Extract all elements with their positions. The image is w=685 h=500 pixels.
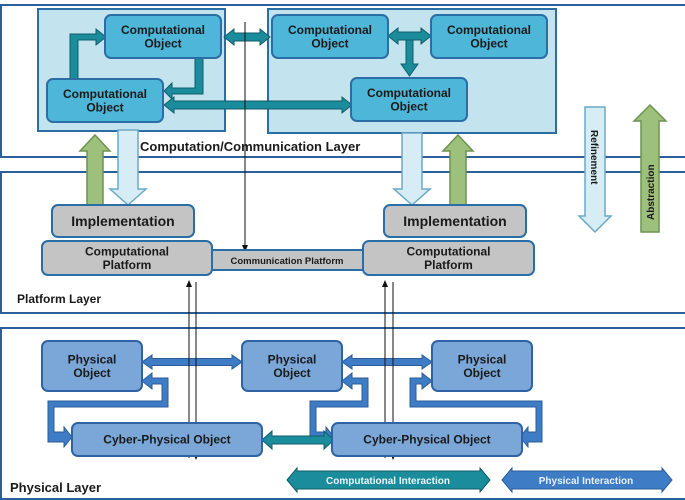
label-line: Object <box>470 37 507 51</box>
label-line: Object <box>311 37 348 51</box>
cyber-physical-object: Cyber-Physical Object <box>71 422 263 457</box>
label-line: Computational <box>288 23 372 37</box>
computational-platform: Computational Platform <box>41 240 213 276</box>
computational-object: Computational Object <box>104 14 222 59</box>
computational-object: Computational Object <box>350 77 468 122</box>
implementation-box-label: Implementation <box>71 213 174 229</box>
computational-object: Computational Object <box>430 14 548 59</box>
label-line: Object <box>73 366 110 380</box>
label-line: Computational <box>447 23 531 37</box>
label-line: Object <box>273 366 310 380</box>
cyber-physical-object-label: Cyber-Physical Object <box>363 433 490 447</box>
label-line: Cyber-Physical Object <box>103 433 230 447</box>
cyber-physical-object: Cyber-Physical Object <box>331 422 523 457</box>
label-line: Computational <box>367 86 451 100</box>
cyber-physical-object-label: Cyber-Physical Object <box>103 433 230 447</box>
abstraction-label: Abstraction <box>646 164 657 220</box>
physical-object-label: Physical Object <box>268 352 317 380</box>
legend-physical-label: Physical Interaction <box>539 476 633 487</box>
platform-layer-label: Platform Layer <box>17 292 101 306</box>
physical-object-label: Physical Object <box>68 352 117 380</box>
label-line: Physical <box>458 352 507 366</box>
physical-object: Physical Object <box>241 340 343 392</box>
implementation-box-label: Implementation <box>403 213 506 229</box>
implementation-box: Implementation <box>51 204 195 238</box>
computational-object: Computational Object <box>46 78 164 123</box>
label-line: Implementation <box>403 213 506 229</box>
label-line: Physical <box>268 352 317 366</box>
label-line: Object <box>144 37 181 51</box>
computational-object: Computational Object <box>271 14 389 59</box>
label-line: Object <box>86 101 123 115</box>
label-line: Object <box>390 100 427 114</box>
label-line: Computational <box>63 87 147 101</box>
label-line: Computational <box>407 244 491 258</box>
implementation-box: Implementation <box>383 204 527 238</box>
physical-object: Physical Object <box>41 340 143 392</box>
physical-layer-label: Physical Layer <box>10 480 101 495</box>
physical-object: Physical Object <box>431 340 533 392</box>
cps-layer-diagram: Computational ObjectComputational ObjectCo… <box>0 4 685 500</box>
physical-object-label: Physical Object <box>458 352 507 380</box>
label-line: Platform <box>424 258 473 272</box>
label-line: Implementation <box>71 213 174 229</box>
label-line: Platform <box>103 258 152 272</box>
label-line: Object <box>463 366 500 380</box>
computation-layer-label: Computation/Communication Layer <box>140 139 360 154</box>
label-line: Computational <box>85 244 169 258</box>
communication-platform-label: Communication Platform <box>231 256 344 267</box>
computational-platform: Computational Platform <box>362 240 535 276</box>
label-line: Cyber-Physical Object <box>363 433 490 447</box>
refinement-label: Refinement <box>588 130 599 185</box>
label-line: Physical <box>68 352 117 366</box>
label-line: Computational <box>121 23 205 37</box>
legend-computational-label: Computational Interaction <box>326 476 450 487</box>
